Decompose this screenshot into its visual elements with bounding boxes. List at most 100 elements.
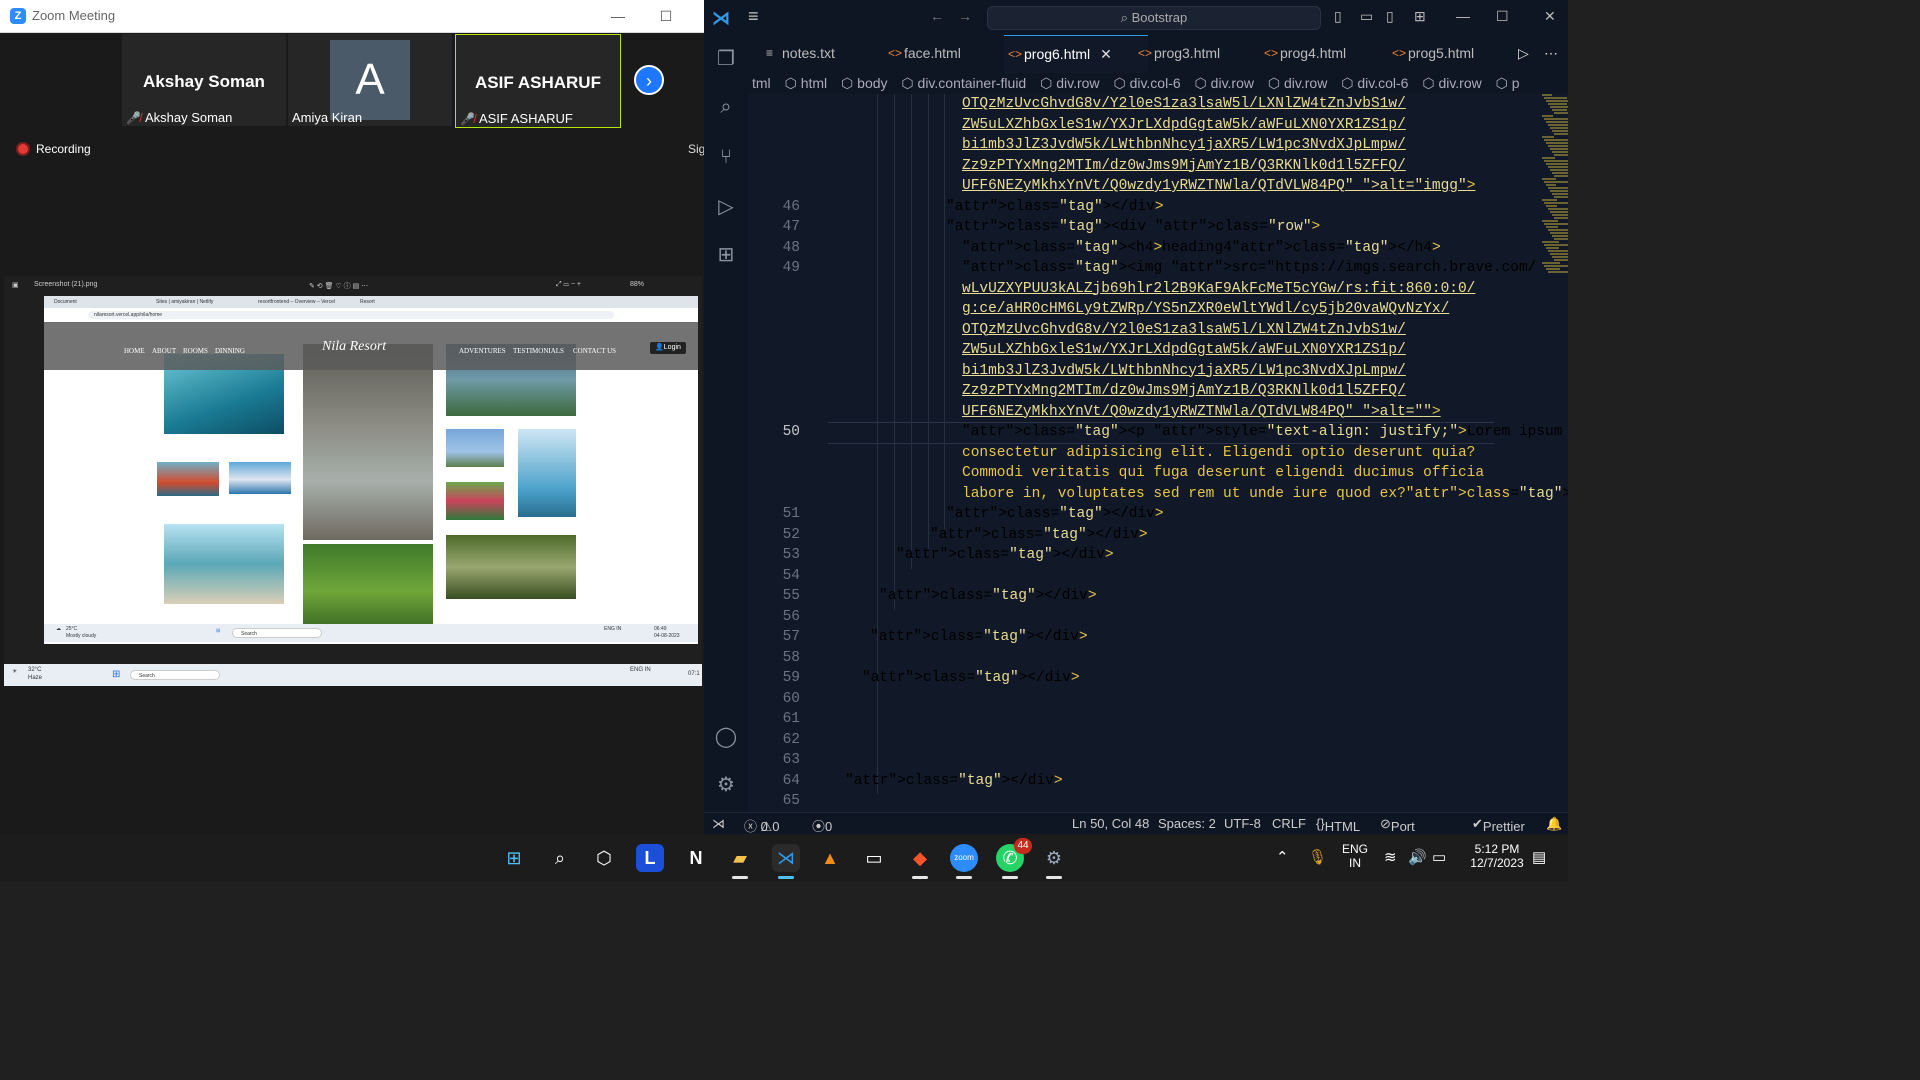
code-line[interactable]: 50 "attr">class="tag"><p "attr">style="te… [748,422,1563,442]
close-tab-icon[interactable]: ✕ [1100,46,1112,62]
problems-status[interactable]: ⓧ 0 ⚠ 0 [744,816,780,835]
breadcrumb-item[interactable]: ⬡ body [841,75,887,91]
toggle-secondary-sidebar-icon[interactable]: ▯ [1386,8,1394,25]
code-line[interactable]: 61 [748,709,1528,729]
tab-notes[interactable]: ≡ notes.txt [762,35,890,72]
forward-arrow-icon[interactable]: → [958,8,972,24]
minimize-icon[interactable]: — [608,6,628,26]
source-control-icon[interactable]: ⑂ [714,145,738,169]
ports-status[interactable]: ⦿ 0 [812,816,832,835]
code-line[interactable]: Zz9zPTYxMng2MTIm/dz0wJms9MjAmYz1B/Q3RKNl… [748,156,1528,176]
nav-testimonials-link[interactable]: TESTIMONIALS [513,347,564,355]
eol-status[interactable]: CRLF [1272,816,1306,831]
maximize-icon[interactable]: ☐ [656,6,676,26]
code-line[interactable]: ZW5uLXZhbGxleS1w/YXJrLXdpdGgtaW5k/aWFuLX… [748,340,1528,360]
breadcrumb-item[interactable]: ⬡ html [785,75,828,91]
command-search[interactable]: ⌕ Bootstrap [987,6,1321,30]
app-l-icon[interactable]: L [636,844,664,872]
nav-contact-link[interactable]: CONTACT US [573,347,616,355]
participant-tile-speaking[interactable]: ASIF ASHARUF 🎤̸ ASIF ASHARUF [455,34,621,128]
prettier-status[interactable]: ✔ Prettier [1472,816,1525,834]
breadcrumb-item[interactable]: ⬡ p [1496,75,1520,91]
code-line[interactable]: 63 [748,750,1528,770]
code-line[interactable]: 54 [748,566,1528,586]
code-line[interactable]: 47 "attr">class="tag"><div "attr">class="… [748,217,1528,237]
toggle-sidebar-icon[interactable]: ▯ [1334,8,1342,25]
breadcrumb-item[interactable]: ⬡ div.row [1040,75,1099,91]
nav-about-link[interactable]: ABOUT [152,347,176,355]
notification-center-icon[interactable]: ▤ [1532,848,1546,866]
account-icon[interactable]: ◯ [714,725,738,749]
code-line[interactable]: bi1mb3JlZ3JvdW5k/LWthbnNhcy1jaXR5/LW1pc3… [748,361,1528,381]
notion-icon[interactable]: N [682,844,710,872]
code-line[interactable]: OTQzMzUvcGhvdG8v/Y2l0eS1za3lsaW5l/LXNlZW… [748,94,1528,114]
terminal-icon[interactable]: ▭ [860,844,888,872]
code-line[interactable]: 60 [748,689,1528,709]
settings-icon[interactable]: ⚙ [1040,844,1068,872]
toggle-panel-icon[interactable]: ▭ [1360,8,1373,25]
code-line[interactable]: labore in, voluptates sed rem ut unde iu… [748,484,1568,504]
code-line[interactable]: wLvUZXYPUU3kALZjb69hlr2l2B9KaF9AkFcMeT5c… [748,279,1528,299]
zoom-taskbar-icon[interactable]: zoom [950,844,978,872]
more-actions-icon[interactable]: ⋯ [1526,35,1564,72]
tab-prog3[interactable]: <> prog3.html [1134,35,1264,72]
code-line[interactable]: 51 "attr">class="tag"></div> [748,504,1528,524]
code-line[interactable]: 56 [748,607,1528,627]
code-line[interactable]: Zz9zPTYxMng2MTIm/dz0wJms9MjAmYz1B/Q3RKNl… [748,381,1528,401]
participant-tile[interactable]: A Amiya Kiran [288,34,452,126]
nav-adventures-link[interactable]: ADVENTURES [459,347,506,355]
close-icon[interactable]: ✕ [1544,8,1556,25]
language-mode[interactable]: {} HTML [1316,816,1360,834]
code-line[interactable]: g:ce/aHR0cHM6Ly9tZWRp/YS5nZXR0eWltYWdl/c… [748,299,1528,319]
code-line[interactable]: Commodi veritatis qui fuga deserunt elig… [748,463,1528,483]
code-line[interactable]: 53 "attr">class="tag"></div> [748,545,1528,565]
file-explorer-icon[interactable]: ▰ [726,844,754,872]
nav-home-link[interactable]: HOME [124,347,145,355]
language-indicator[interactable]: ENG IN [1340,842,1370,870]
search-icon[interactable]: ⌕ [546,844,574,872]
notifications-icon[interactable]: 🔔 [1546,816,1562,832]
code-line[interactable]: ZW5uLXZhbGxleS1w/YXJrLXdpdGgtaW5k/aWFuLX… [748,115,1528,135]
code-editor[interactable]: OTQzMzUvcGhvdG8v/Y2l0eS1za3lsaW5l/LXNlZW… [748,94,1568,812]
code-line[interactable]: OTQzMzUvcGhvdG8v/Y2l0eS1za3lsaW5l/LXNlZW… [748,320,1528,340]
start-icon[interactable]: ⊞ [500,844,528,872]
breadcrumb-item[interactable]: ⬡ div.row [1268,75,1327,91]
login-button[interactable]: 👤Login [650,342,686,354]
battery-icon[interactable]: ▭ [1432,848,1446,866]
minimize-icon[interactable]: — [1456,8,1470,24]
search-icon[interactable]: ⌕ [714,95,738,119]
tab-prog5[interactable]: <> prog5.html [1388,35,1518,72]
participant-tile[interactable]: Akshay Soman 🎤̸ Akshay Soman [122,34,286,126]
recording-indicator[interactable]: Recording [18,142,91,156]
whatsapp-icon[interactable]: ✆ 44 [996,838,1032,872]
extensions-icon[interactable]: ⊞ [714,243,738,267]
encoding-status[interactable]: UTF-8 [1224,816,1261,831]
tab-prog4[interactable]: <> prog4.html [1260,35,1390,72]
breadcrumb-item[interactable]: ⬡ div.row [1422,75,1481,91]
code-line[interactable]: 65 [748,791,1528,811]
code-line[interactable]: 62 [748,730,1528,750]
breadcrumb-item[interactable]: ⬡ div.col-6 [1113,75,1180,91]
code-line[interactable]: 52 "attr">class="tag"></div> [748,525,1528,545]
code-line[interactable]: 59 "attr">class="tag"></div> [748,668,1528,688]
breadcrumb-item[interactable]: ⬡ div.row [1195,75,1254,91]
minimap[interactable] [1538,94,1568,274]
live-server-port[interactable]: ⊘ Port : 5500 [1380,816,1420,864]
brave-icon[interactable]: ◆ [906,844,934,872]
breadcrumb-item[interactable]: ⬡ div.col-6 [1341,75,1408,91]
menu-icon[interactable]: ≡ [748,6,759,27]
back-arrow-icon[interactable]: ← [930,8,944,24]
code-line[interactable]: consectetur adipisicing elit. Eligendi o… [748,443,1528,463]
site-brand[interactable]: Nila Resort [322,339,386,355]
next-participants-button[interactable]: › [634,65,664,95]
remote-icon[interactable]: ⋊ [712,816,725,832]
breadcrumb-item[interactable]: ⬡ div.container-fluid [901,75,1026,91]
code-line[interactable]: 46 "attr">class="tag"></div> [748,197,1528,217]
code-line[interactable]: 55 "attr">class="tag"></div> [748,586,1528,606]
indentation-status[interactable]: Spaces: 2 [1158,816,1216,831]
customize-layout-icon[interactable]: ⊞ [1414,8,1426,25]
vscode-taskbar-icon[interactable]: ⋊ [772,844,800,872]
virtualbox-icon[interactable]: ⬡ [590,844,618,872]
tab-face[interactable]: <> face.html [884,35,1012,72]
tab-prog6[interactable]: <> prog6.html ✕ [1004,35,1148,73]
